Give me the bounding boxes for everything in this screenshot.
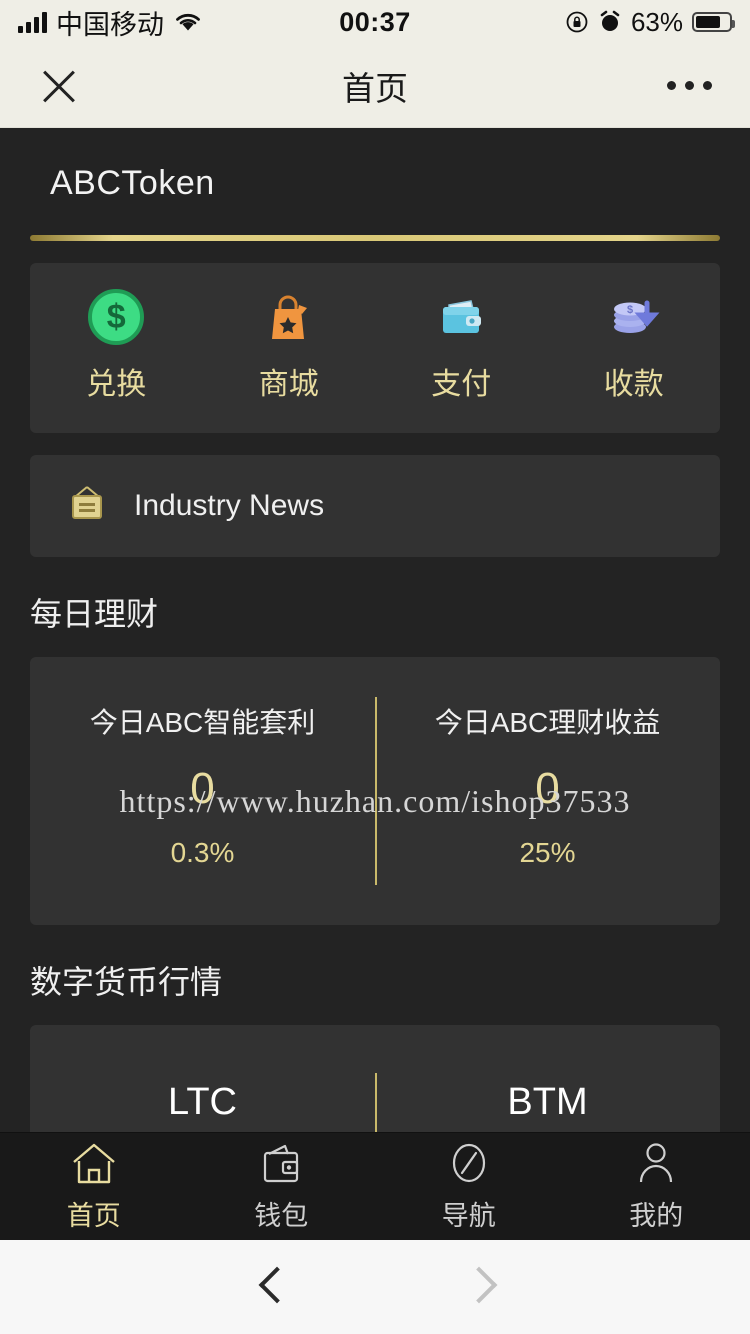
- finance-label: 今日ABC智能套利: [89, 707, 316, 738]
- finance-value: 0: [535, 764, 560, 813]
- bottom-tab-bar: 首页 钱包 导航 我的: [0, 1132, 750, 1240]
- tab-home[interactable]: 首页: [0, 1133, 188, 1240]
- person-icon: [630, 1140, 682, 1186]
- finance-label: 今日ABC理财收益: [434, 707, 661, 738]
- tab-label: 导航: [441, 1201, 496, 1231]
- navigation-bar: 首页: [0, 44, 750, 128]
- battery-icon: [692, 12, 735, 32]
- market-card: LTC $81.1200 8.910% 今日涨幅 BTM $0.1342 4.0…: [30, 1025, 720, 1132]
- finance-column-earnings[interactable]: 今日ABC理财收益 0 25%: [375, 701, 720, 869]
- status-bar-right: 63%: [565, 0, 735, 44]
- quick-actions-card: $ 兑换 商城 支付 $ 收款: [30, 263, 720, 433]
- finance-column-arbitrage[interactable]: 今日ABC智能套利 0 0.3%: [30, 701, 375, 869]
- receive-coins-icon: $: [606, 289, 662, 345]
- compass-icon: [443, 1140, 495, 1186]
- shopping-bag-icon: [261, 289, 317, 345]
- tab-label: 首页: [66, 1201, 121, 1231]
- page-content: ABCToken $ 兑换 商城 支付 $ 收款 Industry News 每…: [0, 128, 750, 1132]
- quick-action-exchange[interactable]: $ 兑换: [30, 289, 203, 403]
- battery-percent-label: 63%: [630, 6, 683, 37]
- quick-action-label: 支付: [431, 368, 492, 401]
- industry-news-label: Industry News: [134, 489, 325, 522]
- quick-action-label: 兑换: [86, 368, 147, 401]
- market-row: LTC $81.1200 8.910% 今日涨幅 BTM $0.1342 4.0…: [30, 1025, 720, 1132]
- industry-news-row[interactable]: Industry News: [30, 455, 720, 557]
- page-title: 首页: [342, 69, 408, 107]
- market-item-btm[interactable]: BTM $0.1342 4.030% 今日涨幅: [375, 1081, 720, 1132]
- finance-rate: 25%: [519, 837, 576, 868]
- brand-name: ABCToken: [50, 164, 215, 202]
- finance-section-title: 每日理财: [30, 596, 159, 632]
- svg-text:$: $: [627, 304, 633, 316]
- finance-value: 0: [190, 764, 215, 813]
- tab-wallet[interactable]: 钱包: [188, 1133, 376, 1240]
- market-item-ltc[interactable]: LTC $81.1200 8.910% 今日涨幅: [30, 1081, 375, 1132]
- tab-label: 我的: [629, 1201, 684, 1231]
- hanging-sign-icon: [64, 483, 110, 529]
- chevron-right-icon[interactable]: [458, 1270, 492, 1304]
- more-options-icon[interactable]: [667, 81, 712, 90]
- home-icon: [68, 1140, 120, 1186]
- browser-navigation-bar: [0, 1240, 750, 1334]
- market-divider: [375, 1073, 377, 1132]
- finance-rate: 0.3%: [170, 837, 235, 868]
- quick-action-mall[interactable]: 商城: [203, 289, 376, 403]
- quick-action-pay[interactable]: 支付: [375, 289, 548, 403]
- quick-action-label: 商城: [258, 368, 319, 401]
- quick-action-receive[interactable]: $ 收款: [548, 289, 721, 403]
- gold-divider: [30, 235, 720, 241]
- dollar-coin-icon: $: [88, 289, 145, 345]
- quick-action-label: 收款: [603, 368, 664, 401]
- alarm-clock-icon: [600, 10, 620, 31]
- market-symbol: BTM: [507, 1081, 588, 1123]
- finance-divider: [375, 697, 377, 885]
- wallet-outline-icon: [255, 1140, 307, 1186]
- market-symbol: LTC: [168, 1081, 237, 1123]
- status-bar: 中国移动 00:37 63%: [0, 0, 750, 44]
- chevron-left-icon[interactable]: [256, 1270, 290, 1304]
- daily-finance-card: 今日ABC智能套利 0 0.3% 今日ABC理财收益 0 25%: [30, 657, 720, 925]
- wallet-icon: [433, 289, 489, 345]
- rotation-lock-icon: [566, 11, 588, 33]
- tab-label: 钱包: [254, 1201, 309, 1231]
- phone-screen: 中国移动 00:37 63% 首页 ABCToken $ 兑换 商城 支付 $ …: [0, 0, 750, 1334]
- tab-navigation[interactable]: 导航: [375, 1133, 563, 1240]
- tab-profile[interactable]: 我的: [563, 1133, 750, 1240]
- brand-block: ABCToken: [0, 128, 750, 203]
- market-section-title: 数字货币行情: [30, 964, 223, 1000]
